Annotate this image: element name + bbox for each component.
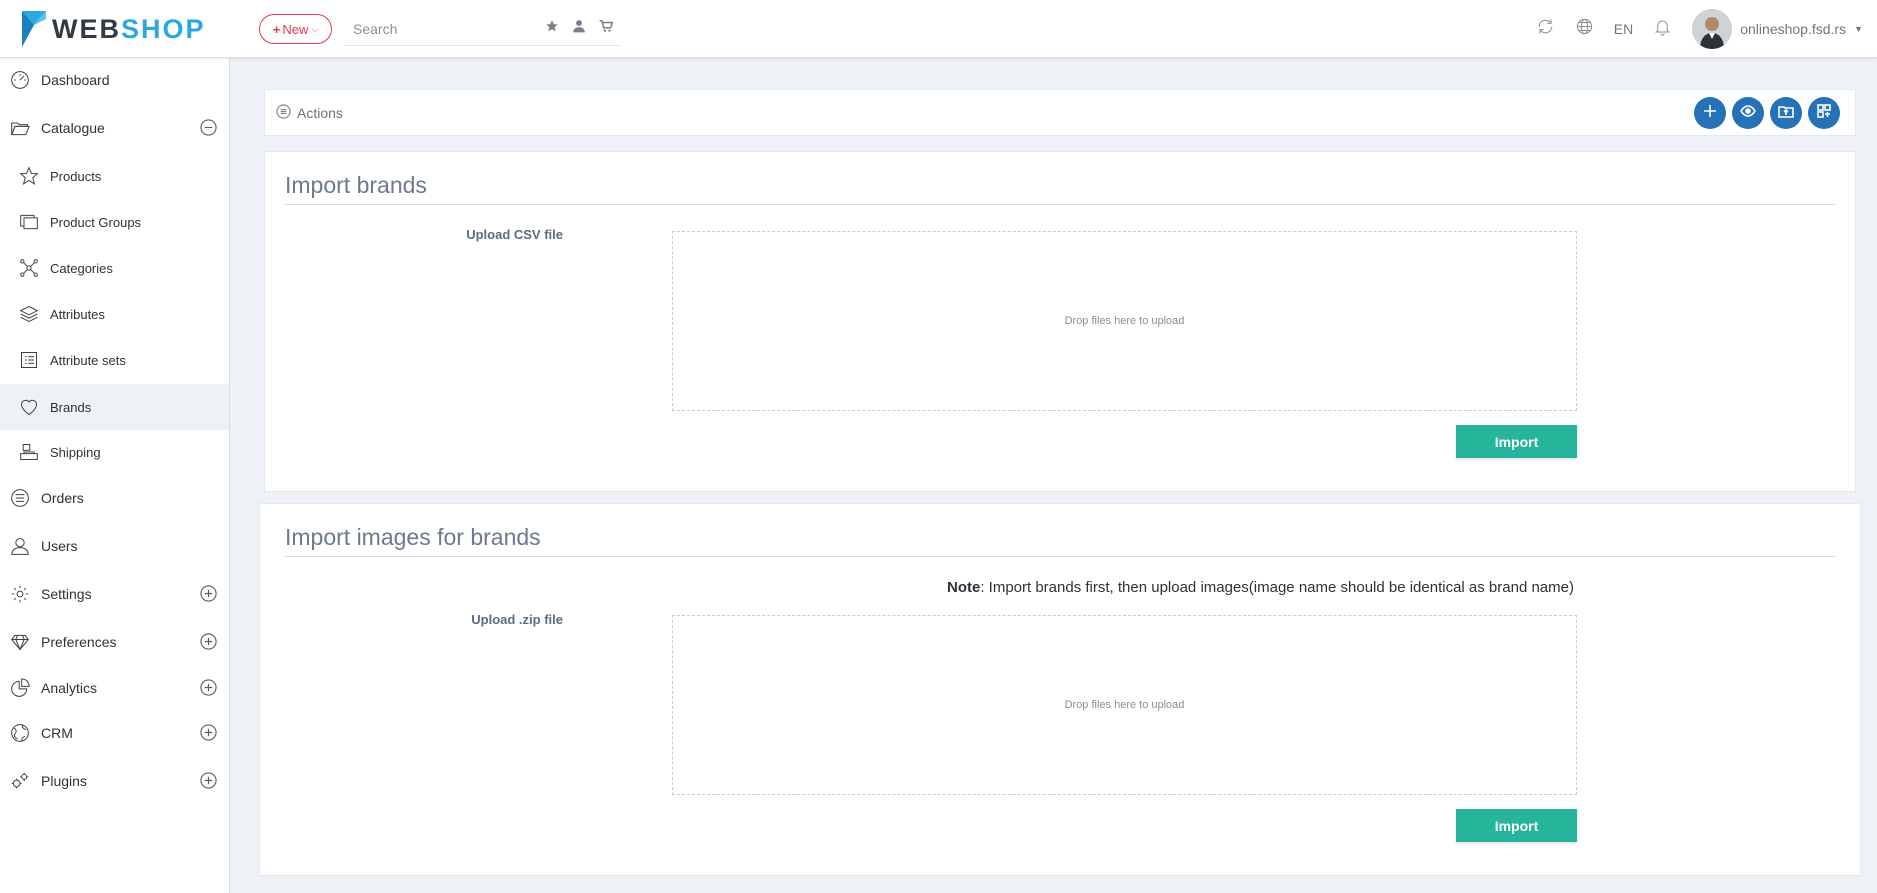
globe-crm-icon	[9, 722, 31, 744]
new-button[interactable]: + New ⌵	[259, 14, 332, 44]
panel-title: Import images for brands	[285, 524, 541, 550]
expand-plus-icon[interactable]	[200, 633, 217, 650]
search-input[interactable]	[343, 20, 533, 37]
view-button[interactable]	[1732, 97, 1764, 129]
sidebar-item-crm[interactable]: CRM	[0, 717, 229, 749]
caret-down-icon: ▼	[1854, 24, 1863, 34]
sidebar-item-plugins[interactable]: Plugins	[0, 765, 229, 797]
logo-flag-icon	[22, 11, 46, 47]
import-images-panel: Import images for brands Note: Import br…	[259, 503, 1861, 876]
sidebar-item-product-groups[interactable]: Product Groups	[0, 206, 229, 238]
add-button[interactable]	[1694, 97, 1726, 129]
bell-icon[interactable]	[1653, 17, 1672, 41]
sidebar-item-orders[interactable]: Orders	[0, 482, 229, 514]
folder-open-icon	[9, 117, 31, 139]
zip-dropzone[interactable]: Drop files here to upload	[672, 615, 1577, 795]
globe-icon[interactable]	[1575, 17, 1594, 41]
actions-label[interactable]: Actions	[276, 104, 343, 122]
sidebar-item-shipping[interactable]: Shipping	[0, 436, 229, 468]
cart-icon[interactable]	[599, 19, 614, 38]
upload-csv-label: Upload CSV file	[466, 227, 563, 242]
grid-icon	[1816, 103, 1832, 124]
search-bar	[343, 12, 621, 46]
panel-title: Import brands	[285, 172, 427, 198]
diamond-icon	[9, 631, 31, 653]
sidebar-item-products[interactable]: Products	[0, 160, 229, 192]
refresh-icon[interactable]	[1536, 17, 1555, 41]
plus-icon	[1702, 103, 1718, 124]
dashboard-gauge-icon	[9, 69, 31, 91]
divider	[285, 556, 1835, 557]
csv-dropzone[interactable]: Drop files here to upload	[672, 231, 1577, 411]
orders-list-circle-icon	[9, 487, 31, 509]
sidebar-item-catalogue[interactable]: Catalogue	[0, 112, 229, 144]
eye-icon	[1740, 103, 1756, 124]
plugin-gears-icon	[9, 770, 31, 792]
collapse-minus-icon[interactable]	[200, 119, 217, 136]
network-nodes-icon	[18, 257, 40, 279]
layers-icon	[18, 303, 40, 325]
sidebar-item-brands[interactable]: Brands	[0, 384, 229, 430]
expand-plus-icon[interactable]	[200, 772, 217, 789]
sidebar-item-attribute-sets[interactable]: Attribute sets	[0, 344, 229, 376]
import-note: Note: Import brands first, then upload i…	[946, 579, 1574, 596]
logo-text: WEBSHOP	[52, 13, 206, 44]
divider	[285, 204, 1835, 205]
sidebar-item-settings[interactable]: Settings	[0, 578, 229, 610]
folder-upload-icon	[1778, 103, 1794, 124]
sidebar-item-categories[interactable]: Categories	[0, 252, 229, 284]
import-images-button[interactable]: Import	[1456, 809, 1577, 842]
layout-grid-button[interactable]	[1808, 97, 1840, 129]
star-icon[interactable]	[545, 19, 559, 38]
sidebar-item-preferences[interactable]: Preferences	[0, 626, 229, 658]
top-header: WEBSHOP +New⌵ EN onlineshop.fsd.r	[0, 0, 1877, 58]
sidebar-item-attributes[interactable]: Attributes	[0, 298, 229, 330]
star-outline-icon	[18, 165, 40, 187]
heart-icon	[18, 396, 40, 418]
pie-chart-icon	[9, 677, 31, 699]
stacked-windows-icon	[18, 211, 40, 233]
list-circle-icon	[276, 104, 291, 122]
import-brands-button[interactable]: Import	[1456, 425, 1577, 458]
import-brands-panel: Import brands Upload CSV file Drop files…	[264, 151, 1856, 492]
webshop-logo[interactable]: WEBSHOP	[20, 9, 206, 49]
sidebar-item-users[interactable]: Users	[0, 530, 229, 562]
sidebar-item-analytics[interactable]: Analytics	[0, 672, 229, 704]
language-selector[interactable]: EN	[1614, 21, 1633, 37]
expand-plus-icon[interactable]	[200, 724, 217, 741]
expand-plus-icon[interactable]	[200, 585, 217, 602]
avatar	[1692, 9, 1733, 49]
actions-bar: Actions	[264, 89, 1856, 136]
upload-folder-button[interactable]	[1770, 97, 1802, 129]
list-icon	[18, 349, 40, 371]
chevron-down-icon: ⌵	[311, 23, 319, 34]
upload-zip-label: Upload .zip file	[471, 612, 563, 627]
users-icon	[9, 535, 31, 557]
expand-plus-icon[interactable]	[200, 679, 217, 696]
user-icon[interactable]	[572, 19, 586, 38]
plus-icon: +	[272, 21, 281, 37]
sidebar: Dashboard Catalogue Products Product Gro…	[0, 58, 230, 893]
sidebar-item-dashboard[interactable]: Dashboard	[0, 64, 229, 96]
shipping-box-icon	[18, 441, 40, 463]
user-menu[interactable]: onlineshop.fsd.rs ▼	[1692, 9, 1863, 49]
gear-icon	[9, 583, 31, 605]
